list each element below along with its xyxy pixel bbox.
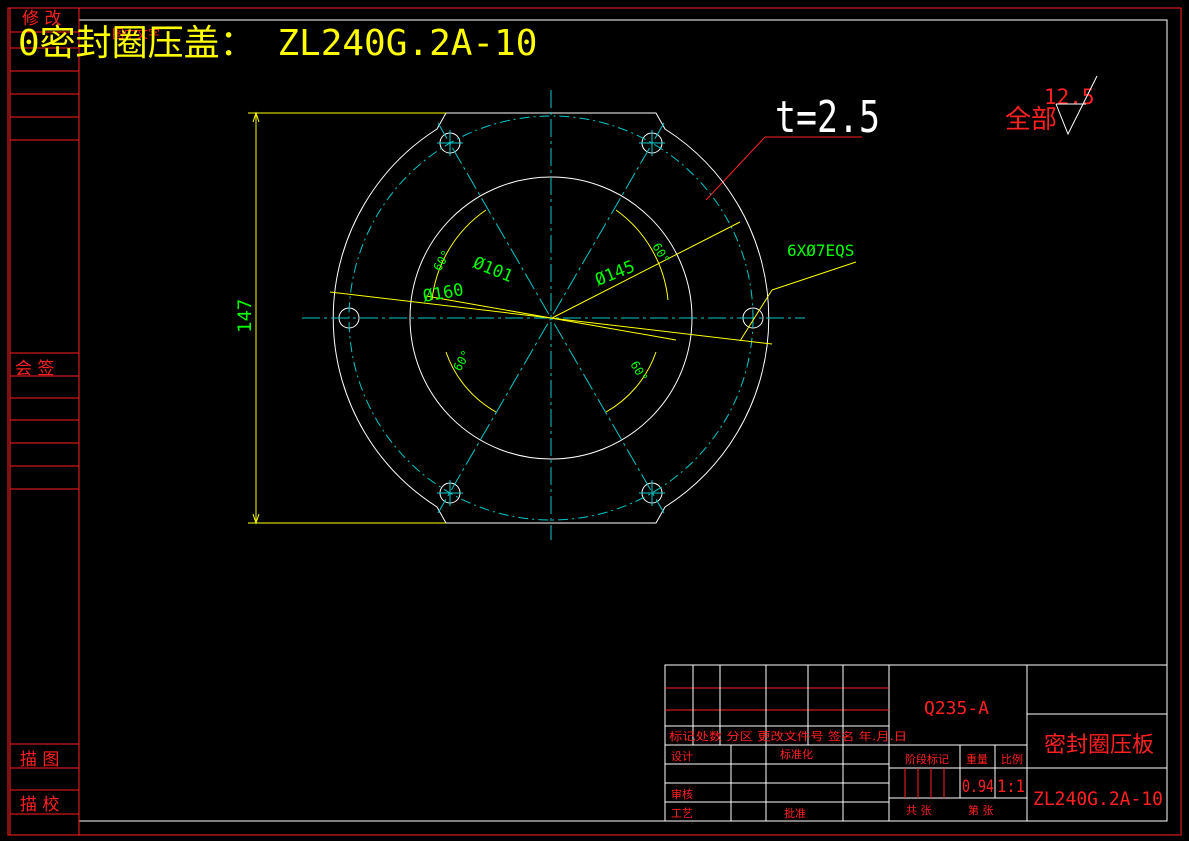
holes-note: 6XØ7EQS	[787, 241, 854, 260]
total-sheets-label: 共 张	[906, 804, 932, 817]
angle-arc-br	[605, 351, 657, 413]
angle-text-tr: 60°	[649, 241, 672, 267]
material-text: Q235-A	[924, 698, 989, 719]
dia-160-text: Ø160	[421, 280, 465, 307]
sheet-number-label: 第 张	[968, 803, 994, 817]
weight-label: 重量	[966, 752, 988, 766]
left-binding-strip	[9, 8, 80, 835]
standardize-label: 标准化	[780, 747, 813, 761]
holes-leader	[739, 289, 773, 342]
thickness-leader	[705, 136, 766, 201]
cad-drawing-canvas: 修 改 会 签 描 图 描 校 图中文字 0密封圈压盖： ZL240G.2A-1…	[7, 7, 1182, 836]
part-name-text: 密封圈压板	[1044, 733, 1154, 758]
height-dim-text: 147	[234, 299, 256, 333]
scale-label: 比例	[1001, 752, 1023, 766]
weight-value: 0.94	[962, 777, 994, 797]
dia-101-line	[551, 221, 741, 319]
process-label: 工艺	[671, 807, 693, 820]
angle-text-tl: 60°	[430, 248, 453, 274]
angle-text-br: 60°	[627, 359, 650, 385]
center-lines	[302, 90, 805, 540]
drawing-title: 0密封圈压盖： ZL240G.2A-10	[18, 23, 537, 64]
countersign-label: 会 签	[15, 359, 54, 379]
check-label: 描 校	[20, 795, 59, 815]
design-label: 设计	[671, 750, 693, 763]
holes-leader-shelf	[771, 261, 857, 291]
scale-value: 1:1	[997, 777, 1025, 797]
inner-border	[78, 19, 1168, 822]
drawing-number-text: ZL240G.2A-10	[1033, 788, 1163, 810]
stage-mark-label: 阶段标记	[905, 752, 949, 766]
approve-label: 批准	[784, 806, 806, 820]
review-label: 审核	[671, 787, 693, 801]
roughness-all-label: 全部	[1005, 105, 1057, 135]
dia-101-text: Ø101	[470, 253, 515, 287]
revision-row-labels: 标记处数 分区 更改文件号 签名 年.月.日	[669, 729, 907, 743]
draw-label: 描 图	[20, 750, 59, 770]
thickness-note: t=2.5	[775, 92, 880, 143]
